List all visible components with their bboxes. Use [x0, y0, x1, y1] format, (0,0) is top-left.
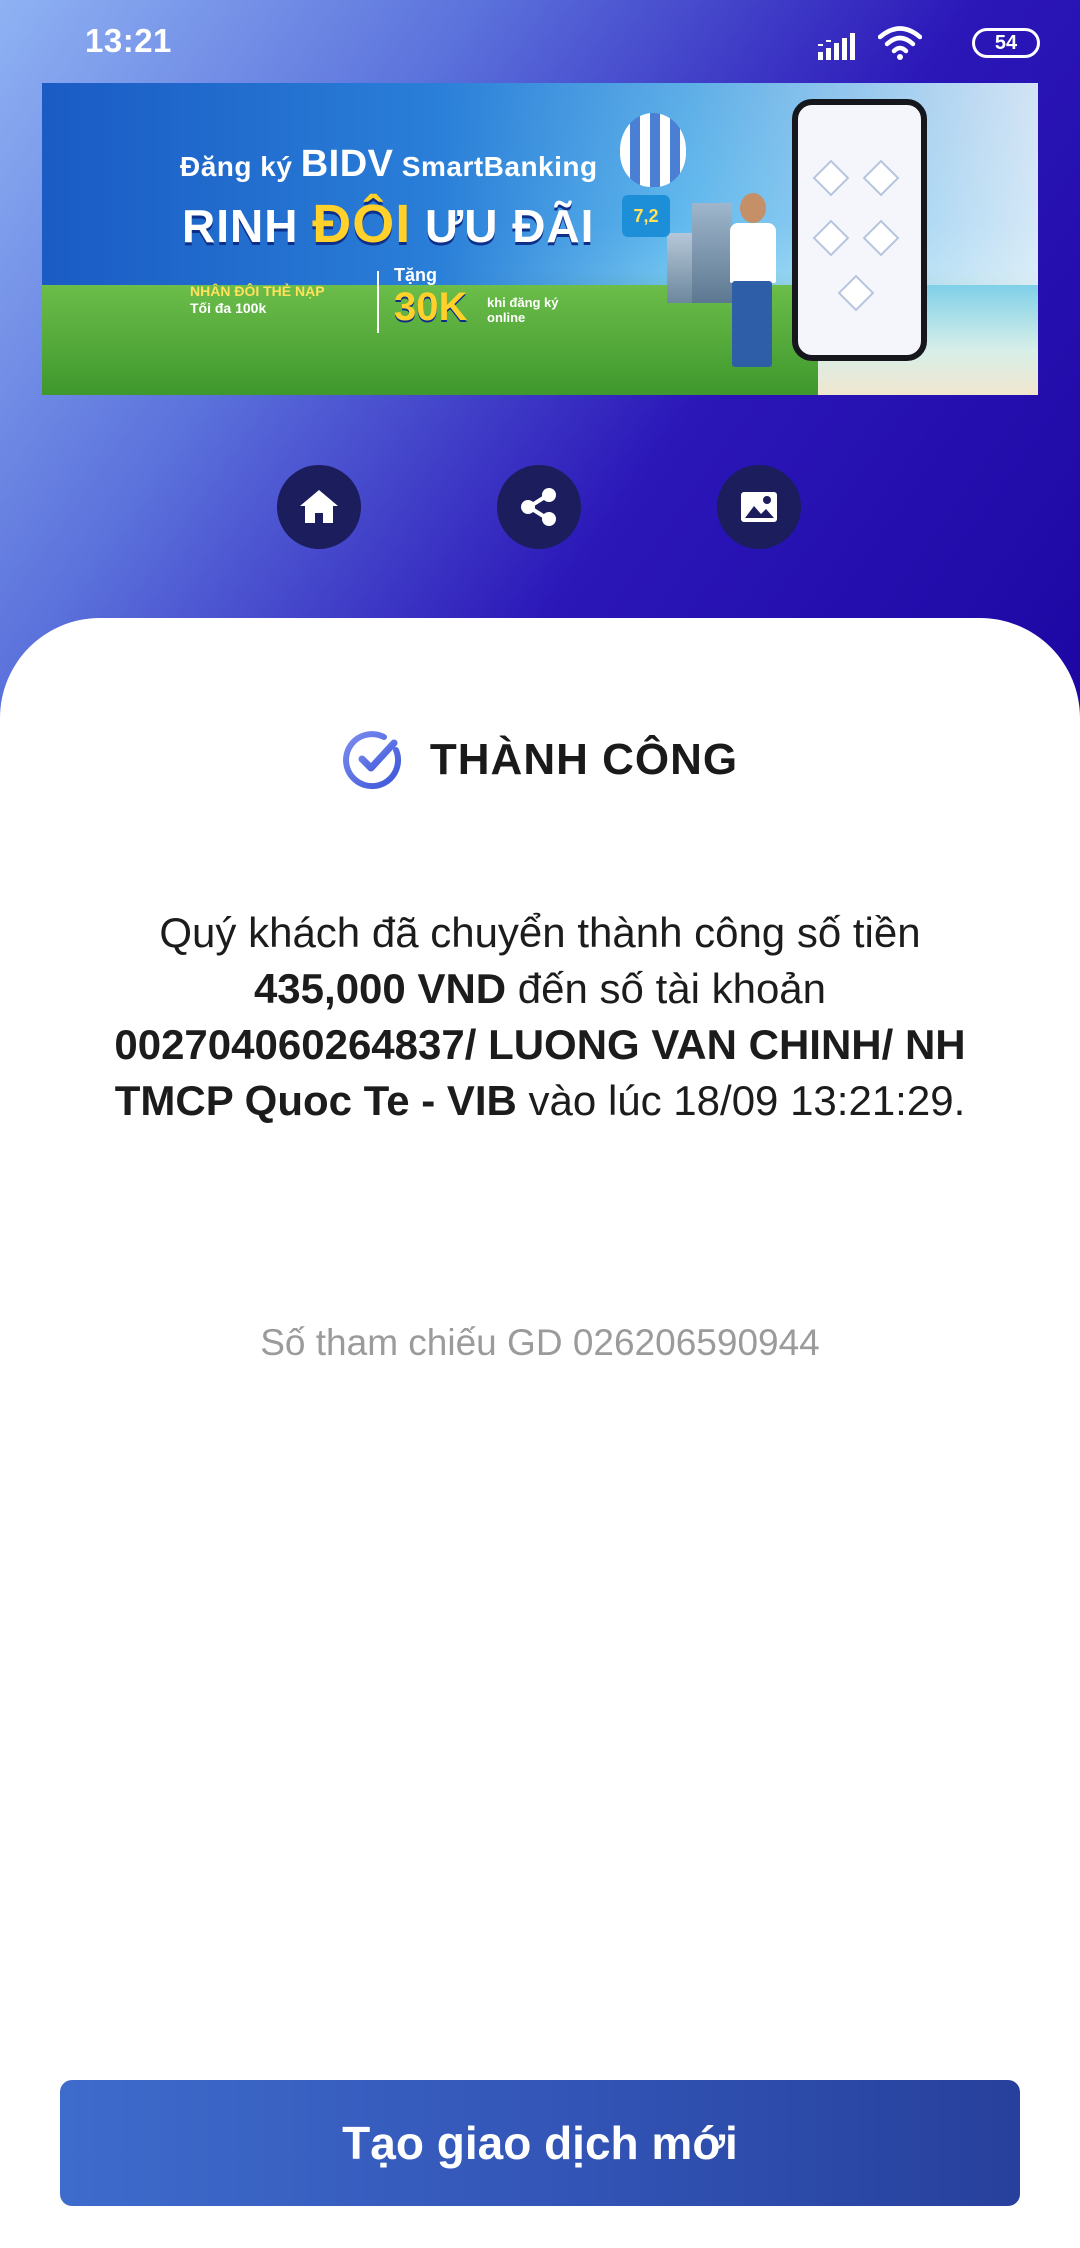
person-illustration — [722, 193, 782, 373]
home-icon — [300, 490, 338, 523]
transfer-message: Quý khách đã chuyển thành công số tiền 4… — [80, 905, 1000, 1129]
image-icon — [741, 492, 777, 522]
share-icon — [521, 488, 556, 526]
signal-icon — [818, 33, 855, 60]
banner-gift-label: Tặng — [394, 265, 437, 285]
banner-divider — [377, 271, 379, 333]
status-bar: 13:21 54 — [0, 0, 1080, 90]
message-part-3: vào lúc 18/09 13:21:29. — [516, 1077, 966, 1124]
banner-gift-amount: 30K — [394, 285, 468, 329]
banner-brand: BIDV — [300, 143, 394, 185]
banner-tagline-highlight: ĐÔI — [312, 194, 412, 254]
banner-tagline-a: RINH — [182, 200, 299, 252]
banner-product: SmartBanking — [401, 151, 598, 182]
message-part-1: Quý khách đã chuyển thành công số tiền — [159, 909, 921, 956]
message-part-2: đến số tài khoản — [506, 965, 827, 1012]
success-header: THÀNH CÔNG — [0, 728, 1080, 792]
battery-icon: 54 — [972, 28, 1040, 58]
balloon-icon — [620, 113, 686, 187]
promo-banner[interactable]: Đăng ký BIDV SmartBanking RINH ĐÔI ƯU ĐÃ… — [42, 83, 1038, 395]
building-illustration — [667, 233, 693, 303]
save-image-button[interactable] — [717, 465, 801, 549]
reference-number: Số tham chiếu GD 026206590944 — [260, 1322, 820, 1363]
banner-gift-note-1: khi đăng ký — [487, 295, 559, 310]
status-title: THÀNH CÔNG — [429, 735, 739, 784]
status-time: 13:21 — [85, 22, 172, 59]
balloon-badge: 7,2 — [622, 195, 670, 237]
wifi-icon — [878, 26, 922, 60]
banner-tagline: RINH ĐÔI ƯU ĐÃI — [182, 193, 594, 255]
banner-badge-title: NHÂN ĐÔI THẺ NẠP — [190, 283, 325, 299]
banner-gift-note: khi đăng ký online — [487, 295, 559, 325]
share-button[interactable] — [497, 465, 581, 549]
banner-badge: NHÂN ĐÔI THẺ NẠP Tối đa 100k — [190, 283, 325, 317]
banner-headline: Đăng ký BIDV SmartBanking — [180, 143, 598, 186]
home-button[interactable] — [277, 465, 361, 549]
new-transaction-button[interactable]: Tạo giao dịch mới — [60, 2080, 1020, 2206]
check-circle-icon — [342, 731, 401, 790]
banner-gift-note-2: online — [487, 310, 526, 325]
status-icons: 54 — [800, 24, 1040, 66]
transfer-amount: 435,000 VND — [253, 965, 507, 1012]
phone-illustration — [792, 99, 927, 361]
action-bar — [0, 465, 1080, 551]
battery-level: 54 — [994, 31, 1018, 54]
banner-badge-sub: Tối đa 100k — [190, 300, 267, 316]
banner-prefix: Đăng ký — [180, 151, 293, 182]
result-card — [0, 618, 1080, 2248]
banner-tagline-b: ƯU ĐÃI — [425, 200, 595, 252]
